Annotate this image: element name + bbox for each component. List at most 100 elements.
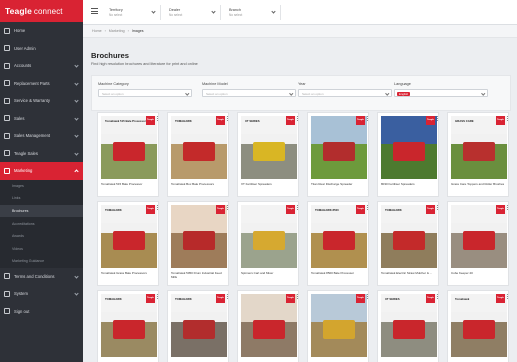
machine-model-select[interactable]: Select an option	[202, 89, 296, 97]
brochure-thumbnail[interactable]: Tomahawk	[451, 294, 507, 357]
brochure-title[interactable]: Tomahawk 8500 Bale Processor	[311, 271, 367, 275]
brochure-thumbnail[interactable]	[381, 116, 437, 179]
brochure-title[interactable]: Spinners Cart and Mixer	[241, 271, 297, 275]
brochure-card[interactable]: TOMAHAWK 8500 Teagle Tomahawk 8500 Bale Pr…	[307, 201, 369, 286]
brochure-thumbnail[interactable]	[171, 205, 227, 268]
more-options-icon[interactable]	[227, 205, 229, 211]
more-options-icon[interactable]	[157, 116, 159, 122]
brochure-title[interactable]: Grass Care Toppers and Roller Brushes	[451, 182, 507, 186]
territory-select[interactable]: Territory No select	[105, 5, 161, 20]
sidebar-item-teagle-sales[interactable]: Teagle Sales	[0, 145, 83, 163]
sidebar-item-sales-management[interactable]: Sales Management	[0, 127, 83, 145]
machine-image	[183, 320, 215, 340]
brochure-title[interactable]: Cube Keeper 20	[451, 271, 507, 275]
brand-logo[interactable]: Teagle connect	[0, 0, 83, 22]
submenu-item-links[interactable]: Links	[0, 192, 83, 205]
more-options-icon[interactable]	[367, 116, 369, 122]
brochure-thumbnail[interactable]: TOMAHAWK	[101, 294, 157, 357]
year-select[interactable]: Select an option	[298, 89, 392, 97]
brochure-title[interactable]: Tomahawk 5050 Drum Industrial Feed Mills	[171, 271, 227, 279]
brochure-title[interactable]: Tomahawk 515 Bale Processor	[101, 182, 157, 186]
brochure-thumbnail[interactable]	[241, 294, 297, 357]
brochure-thumbnail[interactable]	[451, 205, 507, 268]
sidebar-item-user-admin[interactable]: User Admin	[0, 40, 83, 58]
brochure-thumbnail[interactable]: XT SERIES	[381, 294, 437, 357]
brochure-thumbnail[interactable]: TOMAHAWK 8500	[311, 205, 367, 268]
branch-select[interactable]: Branch No select	[225, 5, 281, 20]
brochure-title[interactable]: 8030 Fertiliser Spreaders	[381, 182, 437, 186]
brochure-card[interactable]: Teagle	[237, 290, 299, 362]
brochure-title[interactable]: XT Fertiliser Spreaders	[241, 182, 297, 186]
more-options-icon[interactable]	[437, 294, 439, 300]
brochure-thumbnail[interactable]	[241, 205, 297, 268]
submenu-item-brochures[interactable]: Brochures	[0, 204, 83, 218]
brochure-card[interactable]: Tomahawk Teagle	[447, 290, 509, 362]
more-options-icon[interactable]	[297, 294, 299, 300]
more-options-icon[interactable]	[227, 294, 229, 300]
brochure-thumbnail[interactable]: TOMAHAWK	[381, 205, 437, 268]
more-options-icon[interactable]	[437, 205, 439, 211]
brochure-card[interactable]: TOMAHAWK Teagle Tomahawk Box Bale Processo…	[167, 112, 229, 197]
more-options-icon[interactable]	[507, 205, 509, 211]
brochure-title[interactable]: Titan Rear Discharge Spreader	[311, 182, 367, 186]
brochure-card[interactable]: Teagle 8030 Fertiliser Spreaders	[377, 112, 439, 197]
more-options-icon[interactable]	[157, 205, 159, 211]
brochure-thumbnail[interactable]: TOMAHAWK	[171, 294, 227, 357]
more-options-icon[interactable]	[367, 205, 369, 211]
brochure-card[interactable]: Teagle	[307, 290, 369, 362]
submenu-item-videos[interactable]: Videos	[0, 242, 83, 255]
brochure-title[interactable]: Tomahawk Grass Bale Processors	[101, 271, 157, 275]
language-chip[interactable]: English	[397, 91, 411, 96]
brochure-thumbnail[interactable]: Tomahawk 515 Bale Processor	[101, 116, 157, 179]
brochure-card[interactable]: TOMAHAWK Teagle Tomahawk Grass Bale Proces…	[97, 201, 159, 286]
sidebar-item-marketing[interactable]: Marketing	[0, 162, 83, 180]
more-options-icon[interactable]	[367, 294, 369, 300]
more-options-icon[interactable]	[297, 205, 299, 211]
brochure-card[interactable]: TOMAHAWK Teagle	[167, 290, 229, 362]
sidebar-item-label: Teagle Sales	[14, 150, 38, 156]
brochure-card[interactable]: XT SERIES Teagle	[377, 290, 439, 362]
sidebar-item-replacement-parts[interactable]: Replacement Parts	[0, 75, 83, 93]
language-select[interactable]: English	[394, 89, 488, 97]
sidebar-item-service-warranty[interactable]: Service & Warranty	[0, 92, 83, 110]
brochure-card[interactable]: Teagle Titan Rear Discharge Spreader	[307, 112, 369, 197]
more-options-icon[interactable]	[297, 116, 299, 122]
brochure-card[interactable]: TOMAHAWK Teagle Tomahawk Electric Straw Mu…	[377, 201, 439, 286]
submenu-item-images[interactable]: Images	[0, 180, 83, 193]
brochure-card[interactable]: Tomahawk 515 Bale Processor Teagle Tomahaw…	[97, 112, 159, 197]
dealer-select[interactable]: Dealer No select	[165, 5, 221, 20]
sidebar-item-terms-and-conditions[interactable]: Terms and Conditions	[0, 268, 83, 286]
sidebar-item-sign-out[interactable]: Sign out	[0, 303, 83, 321]
brochure-thumbnail[interactable]	[311, 116, 367, 179]
brochure-card[interactable]: XT SERIES Teagle XT Fertiliser Spreaders	[237, 112, 299, 197]
brochure-card[interactable]: Teagle Tomahawk 5050 Drum Industrial Feed…	[167, 201, 229, 286]
submenu-item-awards[interactable]: Awards	[0, 230, 83, 243]
breadcrumb-home[interactable]: Home	[92, 29, 102, 33]
brochure-thumbnail[interactable]: TOMAHAWK	[171, 116, 227, 179]
machine-category-select[interactable]: Select an option	[98, 89, 192, 97]
more-options-icon[interactable]	[437, 116, 439, 122]
brochure-thumbnail[interactable]: GRASS CARE	[451, 116, 507, 179]
breadcrumb-marketing[interactable]: Marketing	[109, 29, 125, 33]
submenu-item-accreditations[interactable]: Accreditations	[0, 217, 83, 230]
brochure-title[interactable]: Tomahawk Box Bale Processors	[171, 182, 227, 186]
brochure-card[interactable]: Teagle Spinners Cart and Mixer	[237, 201, 299, 286]
brochure-card[interactable]: GRASS CARE Teagle Grass Care Toppers and R…	[447, 112, 509, 197]
submenu-item-marketing-guidance[interactable]: Marketing Guidance	[0, 255, 83, 268]
more-options-icon[interactable]	[507, 116, 509, 122]
brochure-card[interactable]: TOMAHAWK Teagle	[97, 290, 159, 362]
brochure-thumbnail[interactable]	[311, 294, 367, 357]
hamburger-menu-icon[interactable]	[91, 8, 98, 14]
brochure-thumbnail[interactable]: XT SERIES	[241, 116, 297, 179]
brochure-thumbnail[interactable]: TOMAHAWK	[101, 205, 157, 268]
more-options-icon[interactable]	[157, 294, 159, 300]
sidebar-item-system[interactable]: System	[0, 285, 83, 303]
more-options-icon[interactable]	[227, 116, 229, 122]
teagle-logo-badge: Teagle	[426, 205, 435, 214]
sidebar-item-accounts[interactable]: Accounts	[0, 57, 83, 75]
sidebar-item-sales[interactable]: Sales	[0, 110, 83, 128]
brochure-title[interactable]: Tomahawk Electric Straw Mulcher & ...	[381, 271, 437, 275]
more-options-icon[interactable]	[507, 294, 509, 300]
sidebar-item-home[interactable]: Home	[0, 22, 83, 40]
brochure-card[interactable]: Teagle Cube Keeper 20	[447, 201, 509, 286]
